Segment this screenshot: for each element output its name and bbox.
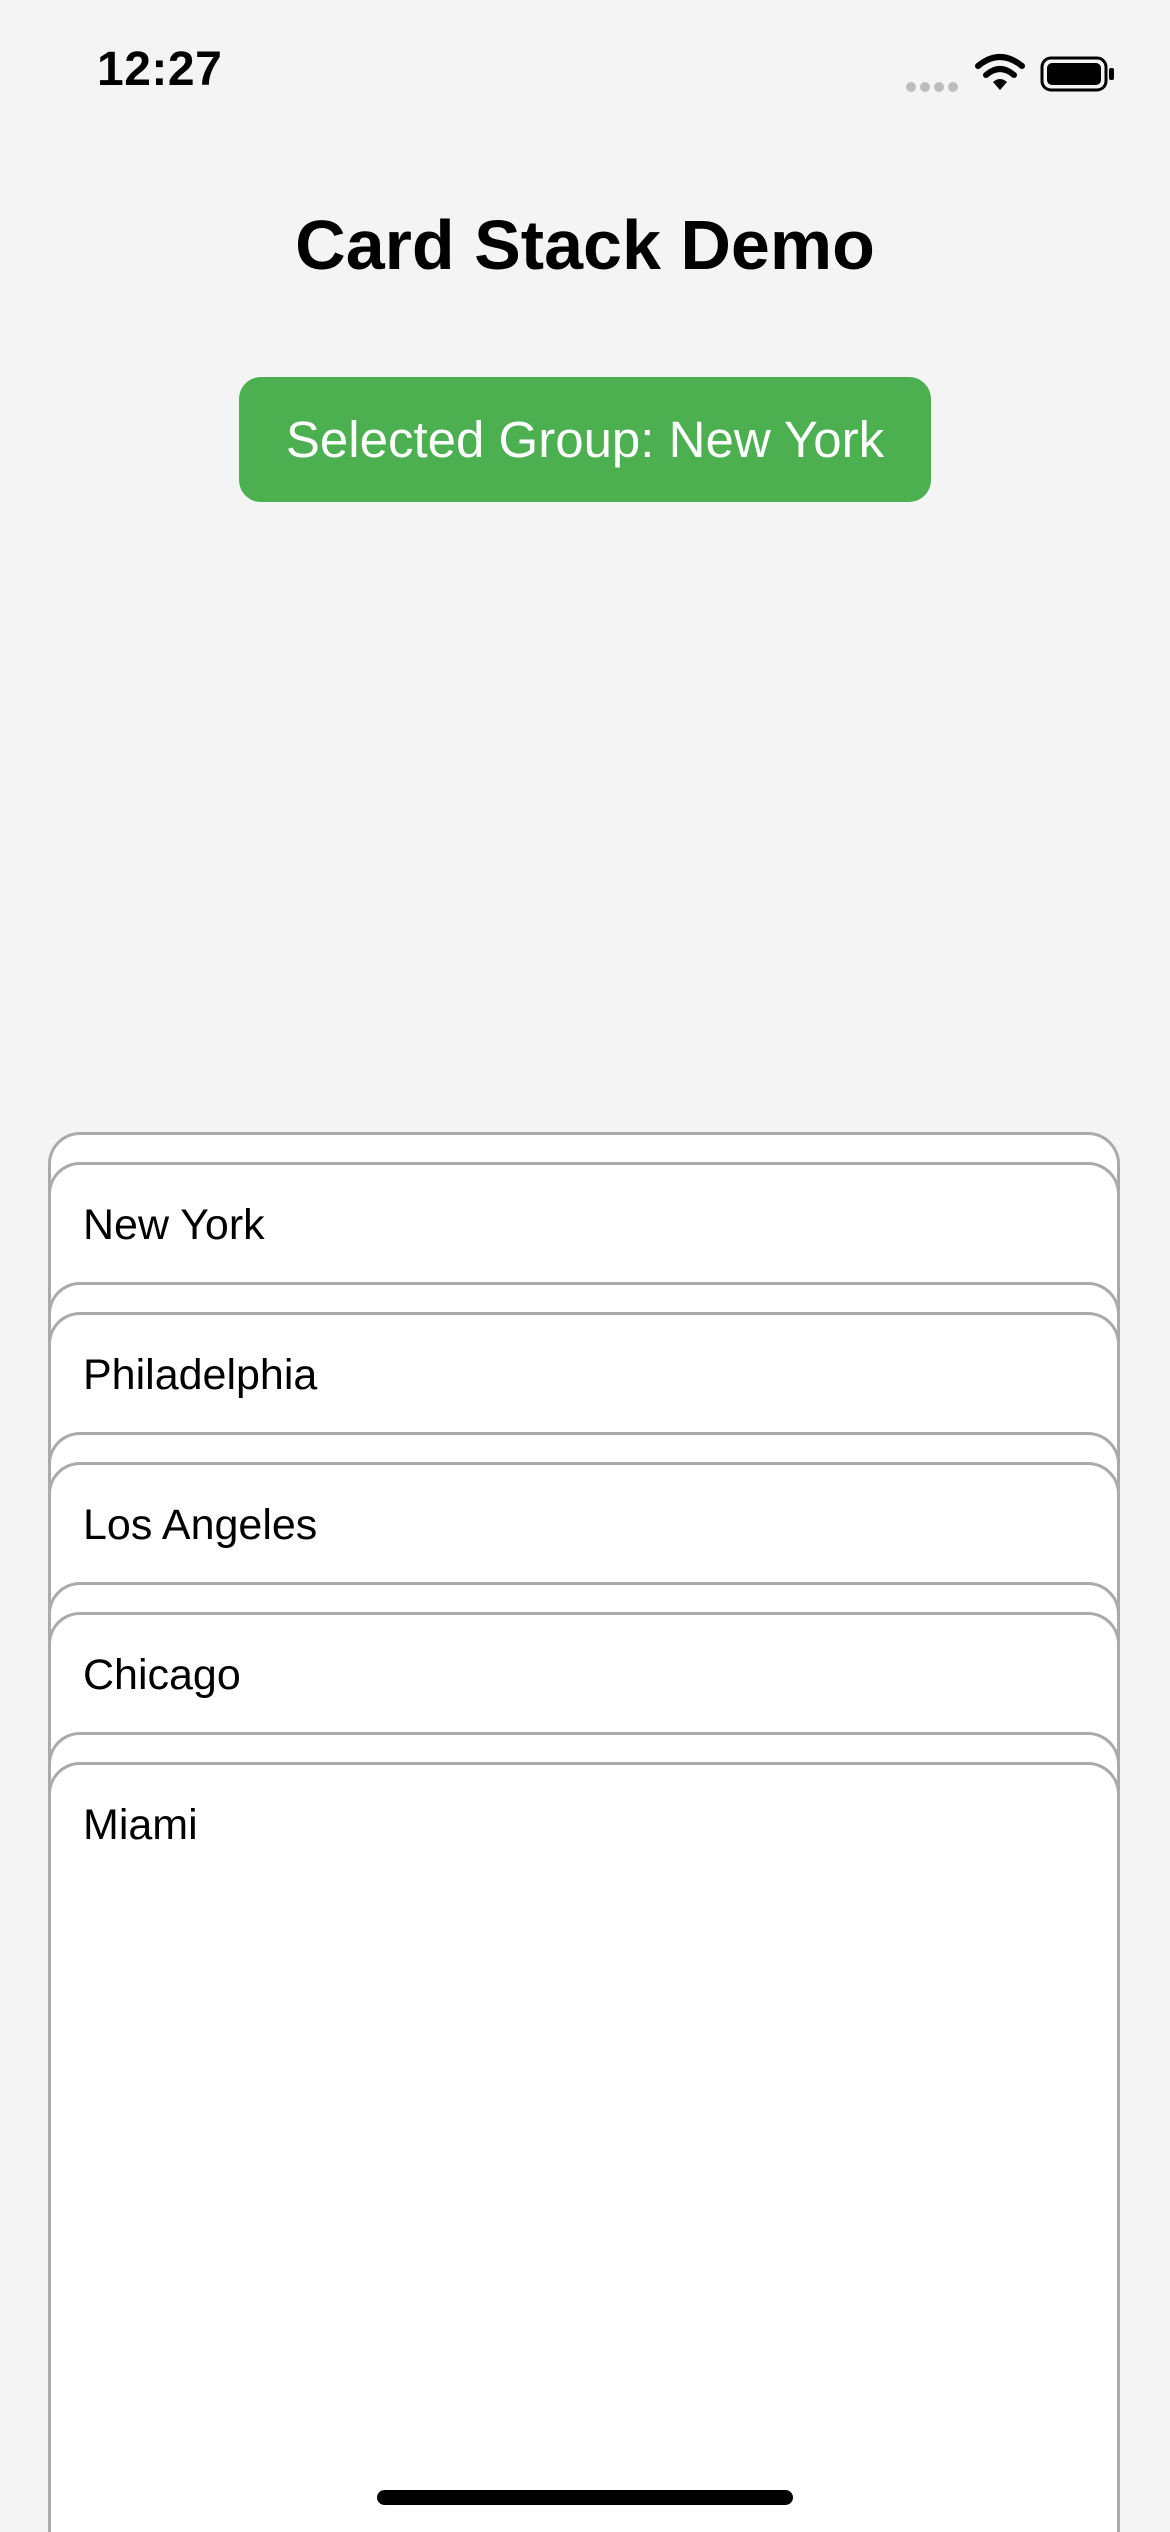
status-bar: 12:27 xyxy=(0,0,1170,150)
page-title: Card Stack Demo xyxy=(295,206,875,284)
card-label: Los Angeles xyxy=(83,1501,318,1549)
card-label: Miami xyxy=(83,1801,198,1849)
signal-dots-icon xyxy=(906,82,958,92)
card-label: New York xyxy=(83,1201,265,1249)
card-miami[interactable]: Miami xyxy=(48,1762,1120,2532)
card-label: Chicago xyxy=(83,1651,241,1699)
selected-group-button[interactable]: Selected Group: New York xyxy=(239,377,931,502)
battery-icon xyxy=(1040,56,1114,92)
card-label: Philadelphia xyxy=(83,1351,318,1399)
wifi-icon xyxy=(975,54,1025,90)
home-indicator[interactable] xyxy=(377,2490,793,2505)
status-time: 12:27 xyxy=(97,43,223,96)
